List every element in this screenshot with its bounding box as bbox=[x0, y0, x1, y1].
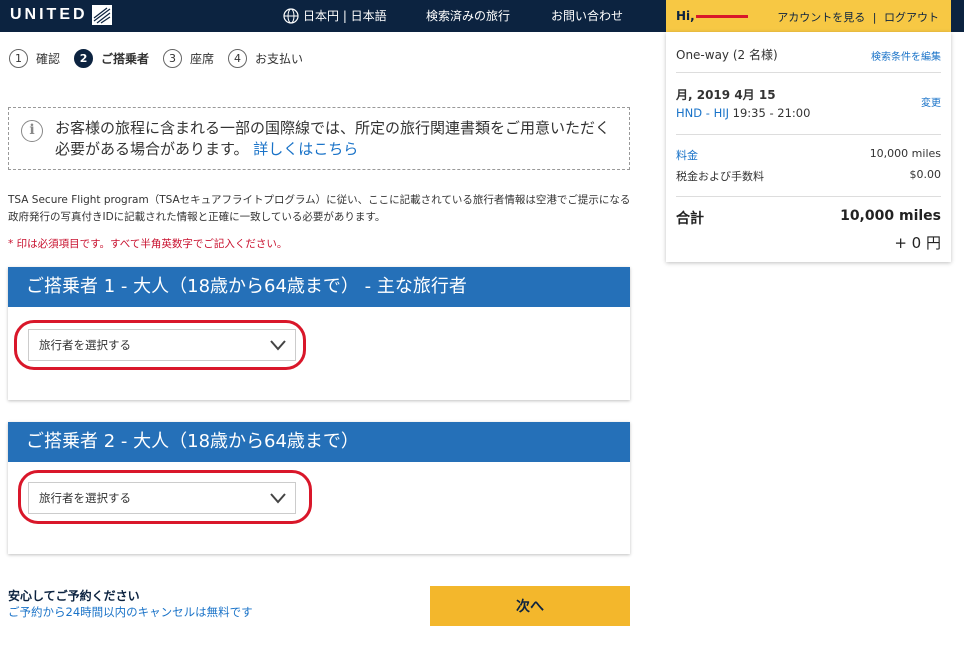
logo-text: UNITED bbox=[10, 6, 88, 23]
divider bbox=[676, 196, 941, 197]
passenger-1-card: ご搭乗者 1 - 大人（18歳から64歳まで） - 主な旅行者 旅行者を選択する bbox=[8, 267, 630, 400]
step-payment: 4 お支払い bbox=[228, 49, 303, 68]
passenger-2-card: ご搭乗者 2 - 大人（18歳から64歳まで） 旅行者を選択する bbox=[8, 422, 630, 554]
total-miles: 10,000 miles bbox=[840, 208, 941, 224]
total-row: 合計 10,000 miles + 0 円 bbox=[676, 208, 941, 252]
trip-type-row: One-way (2 名様) 検索条件を編集 bbox=[676, 46, 941, 63]
required-fields-note: * 印は必須項目です。すべて半角英数字でご記入ください。 bbox=[8, 238, 288, 250]
change-flight-link[interactable]: 変更 bbox=[921, 94, 941, 109]
flight-date: 月, 2019 4月 15 bbox=[676, 88, 776, 102]
passenger-2-body: 旅行者を選択する bbox=[8, 462, 630, 554]
account-links: アカウントを見る | ログアウト bbox=[775, 9, 941, 25]
flight-route-row: HND - HIJ 19:35 - 21:00 変更 bbox=[676, 98, 941, 120]
searched-trips-link[interactable]: 検索済みの旅行 bbox=[426, 0, 510, 32]
next-button[interactable]: 次へ bbox=[430, 586, 630, 626]
step-passengers: 2 ご搭乗者 bbox=[74, 49, 149, 68]
divider bbox=[676, 134, 941, 135]
currency-language-label: 日本円 | 日本語 bbox=[303, 9, 387, 23]
step-number: 4 bbox=[228, 49, 248, 68]
step-number: 1 bbox=[9, 49, 28, 68]
info-icon: i bbox=[21, 120, 43, 142]
route-time: 19:35 - 21:00 bbox=[732, 106, 811, 120]
learn-more-link[interactable]: 詳しくはこちら bbox=[253, 140, 358, 158]
united-globe-icon bbox=[91, 5, 112, 25]
tsa-secure-flight-text: TSA Secure Flight program（TSAセキュアフライトプログ… bbox=[8, 194, 631, 223]
passenger-2-title: ご搭乗者 2 - 大人（18歳から64歳まで） bbox=[8, 422, 630, 462]
trip-type: One-way (2 名様) bbox=[676, 48, 778, 62]
tax-row: 税金および手数料 $0.00 bbox=[676, 168, 941, 184]
account-strip: Hi, アカウントを見る | ログアウト bbox=[666, 0, 951, 32]
united-logo[interactable]: UNITED bbox=[10, 5, 112, 25]
notice-text: お客様の旅程に含まれる一部の国際線では、所定の旅行関連書類をご用意いただく必要が… bbox=[55, 118, 619, 160]
passenger-1-body: 旅行者を選択する bbox=[8, 307, 630, 400]
logout-link[interactable]: ログアウト bbox=[884, 11, 939, 24]
redacted-username bbox=[696, 15, 748, 18]
globe-icon bbox=[283, 8, 299, 24]
contact-link[interactable]: お問い合わせ bbox=[551, 0, 623, 32]
step-label: 確認 bbox=[36, 52, 61, 66]
route-code[interactable]: HND - HIJ bbox=[676, 106, 729, 120]
step-label: お支払い bbox=[255, 52, 304, 66]
step-label: ご搭乗者 bbox=[101, 52, 150, 66]
passenger-1-title: ご搭乗者 1 - 大人（18歳から64歳まで） - 主な旅行者 bbox=[8, 267, 630, 307]
trip-summary-panel: One-way (2 名様) 検索条件を編集 月, 2019 4月 15 HND… bbox=[666, 32, 951, 262]
annotation-highlight bbox=[14, 320, 306, 370]
edit-search-link[interactable]: 検索条件を編集 bbox=[871, 48, 941, 63]
step-label: 座席 bbox=[190, 52, 215, 66]
step-confirm[interactable]: 1 確認 bbox=[9, 49, 60, 68]
annotation-highlight bbox=[18, 470, 312, 524]
travel-documents-notice: i お客様の旅程に含まれる一部の国際線では、所定の旅行関連書類をご用意いただく必… bbox=[8, 107, 630, 170]
total-yen: + 0 円 bbox=[894, 234, 941, 252]
step-seats: 3 座席 bbox=[163, 49, 214, 68]
step-number: 2 bbox=[74, 49, 94, 68]
account-link-separator: | bbox=[872, 11, 877, 24]
divider bbox=[676, 72, 941, 73]
currency-language-selector[interactable]: 日本円 | 日本語 bbox=[283, 0, 387, 32]
free-cancellation-text: ご予約から24時間以内のキャンセルは無料です bbox=[8, 605, 253, 619]
tax-label: 税金および手数料 bbox=[676, 170, 764, 183]
step-number: 3 bbox=[163, 49, 183, 68]
fare-row: 料金 10,000 miles bbox=[676, 147, 941, 163]
total-label: 合計 bbox=[676, 211, 704, 227]
assurance-title: 安心してご予約ください bbox=[8, 589, 140, 603]
booking-stepper: 1 確認 2 ご搭乗者 3 座席 4 お支払い bbox=[9, 49, 317, 68]
tax-value: $0.00 bbox=[909, 168, 942, 181]
fare-label[interactable]: 料金 bbox=[676, 149, 698, 162]
greeting: Hi, bbox=[676, 9, 695, 23]
view-account-link[interactable]: アカウントを見る bbox=[777, 11, 865, 24]
fare-value: 10,000 miles bbox=[869, 147, 941, 160]
